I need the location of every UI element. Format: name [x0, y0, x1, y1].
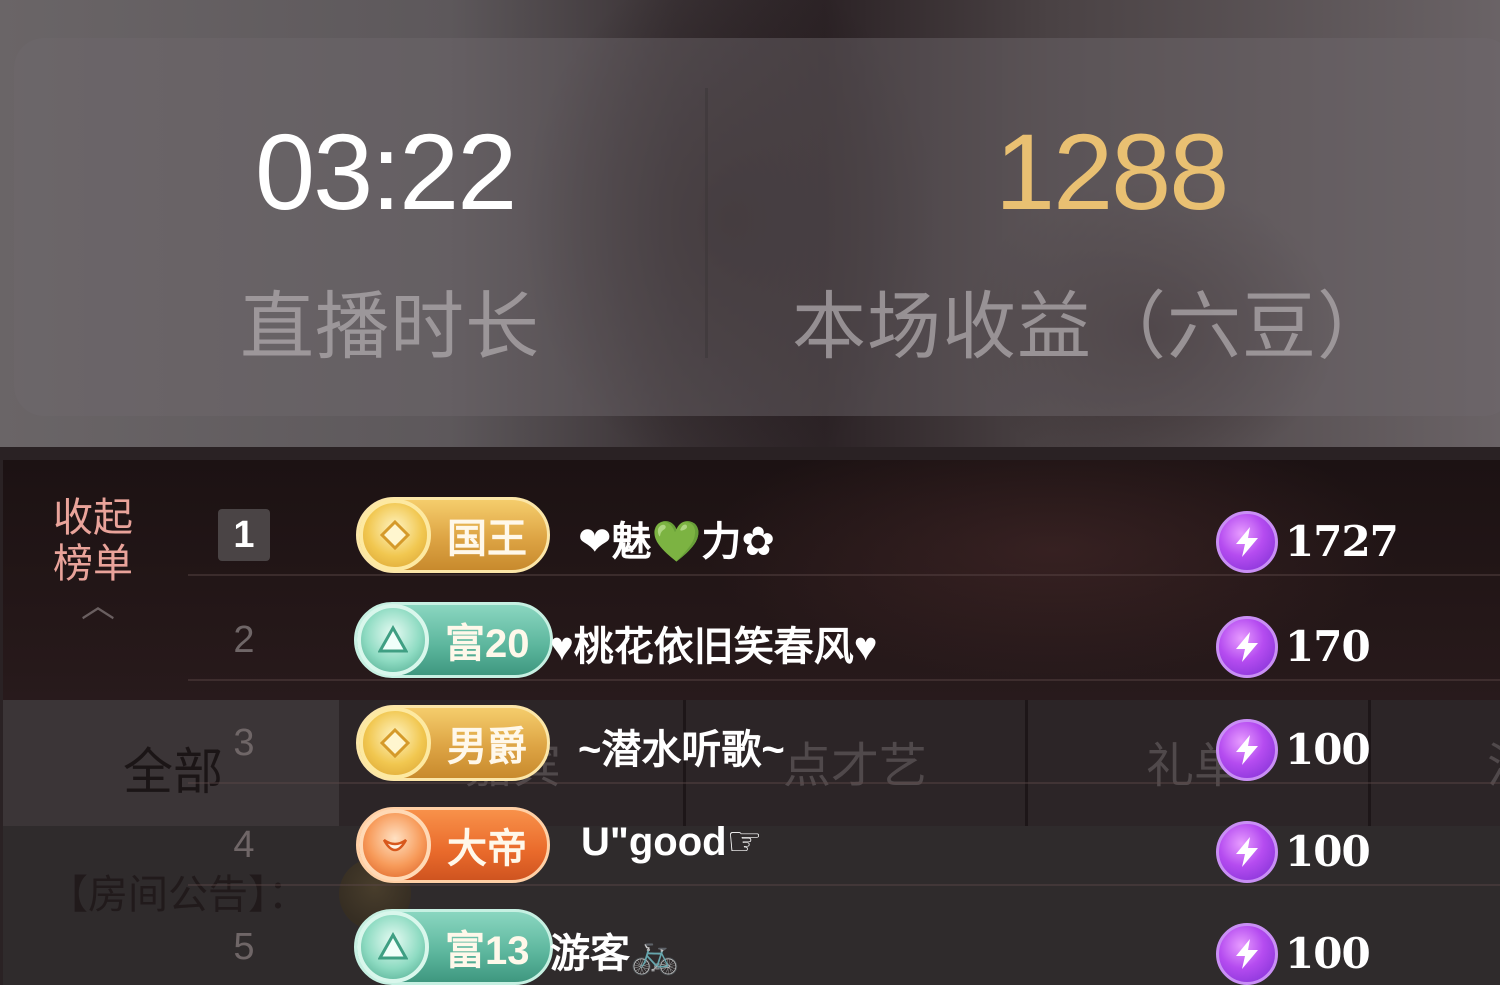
stats-divider: [705, 88, 708, 358]
live-duration-label: 直播时长: [240, 285, 540, 368]
user-nickname: ♥桃花依旧笑春风♥: [550, 625, 878, 669]
lightning-icon: [1216, 923, 1278, 985]
badge-title: 富20: [445, 622, 530, 666]
user-nickname: ~潜水听歌~: [578, 728, 785, 772]
rank-number: 5: [233, 926, 255, 968]
live-duration-value: 03:22: [255, 111, 517, 232]
contribution-score: 1727: [1285, 517, 1399, 566]
badge-title: 富13: [445, 929, 530, 973]
ranking-row[interactable]: 3 男爵 ~潜水听歌~ 100: [188, 681, 1500, 784]
level-badge: 富13: [354, 909, 553, 985]
lightning-icon: [1216, 719, 1278, 781]
wealth-gem-icon: [357, 911, 429, 983]
noble-gem-icon: [359, 707, 431, 779]
rank-number: 3: [233, 722, 255, 764]
user-nickname: U"good☞: [581, 820, 763, 864]
ranking-row[interactable]: 2 富20 ♥桃花依旧笑春风♥ 170: [188, 578, 1500, 681]
ranking-row[interactable]: 5 富13 游客🚲 100: [188, 885, 1500, 985]
wealth-gem-icon: [357, 604, 429, 676]
emperor-gem-icon: [359, 809, 431, 881]
level-badge: 大帝: [356, 807, 550, 883]
crown-gem-icon: [359, 499, 431, 571]
contribution-score: 100: [1285, 827, 1371, 876]
level-badge: 富20: [354, 602, 553, 678]
row-divider: [188, 574, 1500, 576]
stats-panel: 03:22 直播时长 1288 本场收益（六豆）: [0, 0, 1500, 447]
rank-number: 2: [233, 619, 255, 661]
rank-number: 4: [233, 824, 255, 866]
contribution-score: 170: [1285, 622, 1371, 671]
level-badge: 国王: [356, 497, 550, 573]
badge-title: 大帝: [447, 827, 527, 871]
rank-number: 1: [218, 509, 270, 561]
ranking-row[interactable]: 4 大帝 U"good☞ 100: [188, 783, 1500, 886]
collapse-label-line1: 收起: [53, 496, 133, 540]
collapse-ranking-button[interactable]: 收起 榜单 ︿: [53, 495, 153, 625]
badge-title: 国王: [447, 517, 527, 561]
session-income-value: 1288: [995, 111, 1229, 232]
chevron-up-icon: ︿: [81, 587, 115, 625]
session-income-label: 本场收益（六豆）: [792, 285, 1392, 368]
level-badge: 男爵: [356, 705, 550, 781]
collapse-label-line2: 榜单: [53, 542, 133, 586]
user-nickname: 游客🚲: [550, 932, 680, 976]
contribution-score: 100: [1285, 929, 1371, 978]
lightning-icon: [1216, 511, 1278, 573]
lightning-icon: [1216, 821, 1278, 883]
lightning-icon: [1216, 616, 1278, 678]
user-nickname: ❤魅💚力✿: [578, 520, 775, 564]
badge-title: 男爵: [447, 725, 527, 769]
ranking-panel: 全部 嘉宾 点才艺 礼单 活 【房间公告】： 收起 榜单 ︿ 1 国王: [3, 460, 1500, 985]
contribution-score: 100: [1285, 725, 1371, 774]
ranking-row[interactable]: 1 国王 ❤魅💚力✿ 1727: [188, 473, 1500, 576]
